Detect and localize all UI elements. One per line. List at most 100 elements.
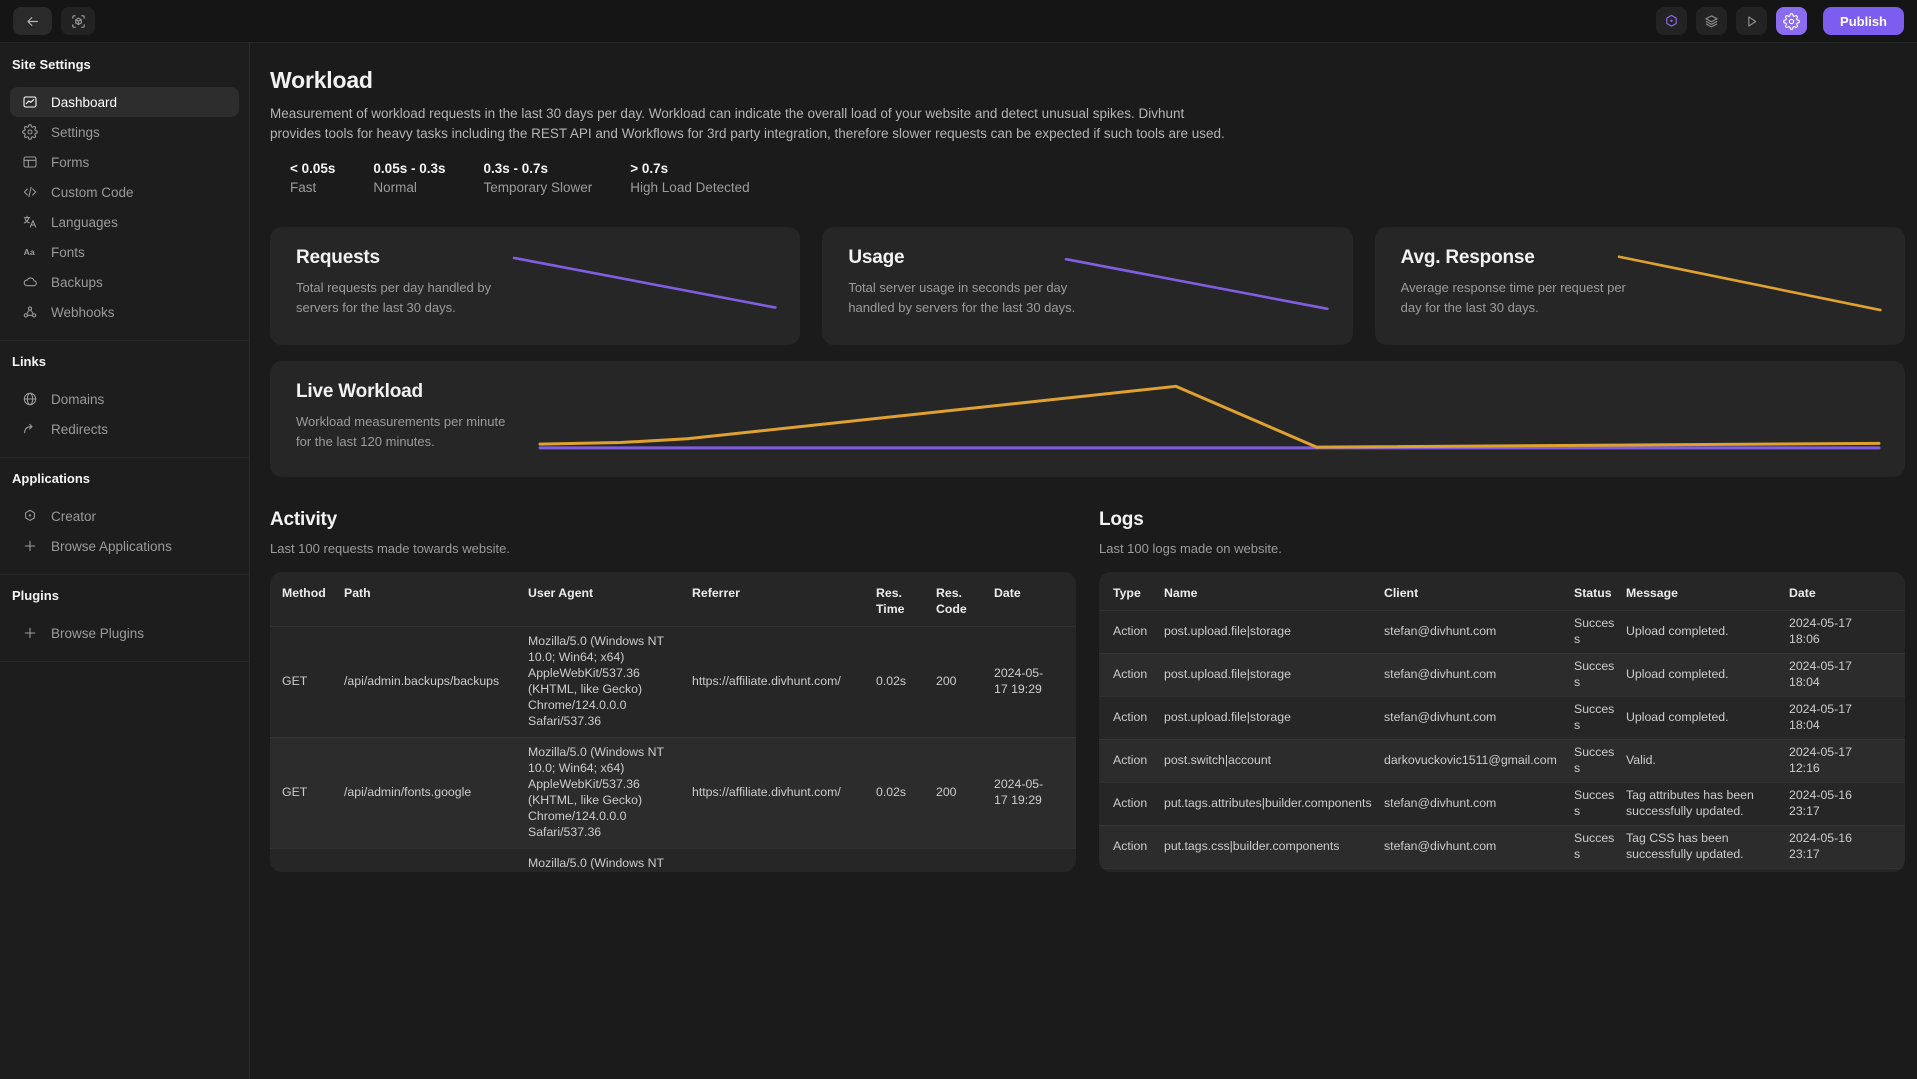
sidebar-section-site-settings: Site Settings (10, 57, 239, 72)
cell-client: stefan@divhunt.com (1384, 705, 1574, 731)
cell-type: Action (1113, 619, 1164, 645)
column-header-res-time: Res. Time (876, 586, 936, 618)
cell-date: 2024-05-17 18:06 (1789, 611, 1891, 653)
cell-status: Success (1574, 826, 1626, 868)
sidebar-item-languages[interactable]: Languages (10, 207, 239, 237)
table-row: GET/api/admin.backups/backupsMozilla/5.0… (270, 626, 1076, 737)
cell-path: /api/admin/fonts.google (344, 778, 528, 808)
legend-label: Temporary Slower (483, 180, 592, 195)
legend-label: High Load Detected (630, 180, 749, 195)
legend-value: < 0.05s (290, 161, 335, 176)
cell-status: Success (1574, 783, 1626, 825)
cell-type: Action (1113, 662, 1164, 688)
sidebar-divider (0, 661, 249, 662)
legend-item-high-load-detected: > 0.7s High Load Detected (630, 161, 749, 195)
webhook-icon (22, 304, 38, 320)
publish-button[interactable]: Publish (1823, 7, 1904, 35)
column-header-path: Path (344, 586, 528, 602)
card-requests: RequestsTotal requests per day handled b… (270, 227, 800, 345)
cell-client: stefan@divhunt.com (1384, 791, 1574, 817)
preview-play-button[interactable] (1736, 7, 1767, 35)
sidebar-item-label: Backups (51, 275, 103, 290)
plus-icon (22, 538, 38, 554)
activity-section: Activity Last 100 requests made towards … (270, 509, 1076, 872)
column-header-message: Message (1626, 586, 1789, 602)
card-description: Total server usage in seconds per day ha… (848, 278, 1082, 317)
layers-button[interactable] (1696, 7, 1727, 35)
cell-status: Success (1574, 869, 1626, 872)
forms-icon (22, 154, 38, 170)
sidebar-item-label: Languages (51, 215, 118, 230)
legend-value: 0.3s - 0.7s (483, 161, 592, 176)
sidebar-section-applications: Applications (10, 471, 239, 486)
cell-message: Upload completed. (1626, 619, 1789, 645)
cell-name: post.upload.file|storage (1164, 619, 1384, 645)
table-row: Actionpost.upload.file|storagestefan@div… (1099, 696, 1905, 739)
column-header-method: Method (282, 586, 344, 602)
globe-icon (22, 391, 38, 407)
column-header-status: Status (1574, 586, 1626, 602)
cell-res_code: 200 (936, 667, 994, 697)
stat-cards-row: RequestsTotal requests per day handled b… (270, 227, 1905, 345)
sidebar-section-links: Links (10, 354, 239, 369)
card-description: Average response time per request per da… (1401, 278, 1635, 317)
sidebar-item-label: Fonts (51, 245, 85, 260)
legend-label: Fast (290, 180, 335, 195)
legend-label: Normal (373, 180, 445, 195)
cell-date: 2024-05-16 23:17 (1789, 783, 1891, 825)
cell-name: post.upload.file|storage (1164, 705, 1384, 731)
table-header-row: TypeNameClientStatusMessageDate (1099, 572, 1905, 610)
sidebar-item-label: Browse Applications (51, 539, 172, 554)
table-row: Actionpost.upload.file|storagestefan@div… (1099, 610, 1905, 653)
sidebar-item-backups[interactable]: Backups (10, 267, 239, 297)
sidebar-item-fonts[interactable]: AaFonts (10, 237, 239, 267)
sidebar-item-redirects[interactable]: Redirects (10, 414, 239, 444)
cell-method: GET (282, 667, 344, 697)
column-header-user-agent: User Agent (528, 586, 692, 602)
cell-path: /api/admin.backups/backups (344, 667, 528, 697)
cell-date: 2024-05-17 19:29 (994, 770, 1064, 816)
cell-status: Success (1574, 654, 1626, 696)
card-avg-response: Avg. ResponseAverage response time per r… (1375, 227, 1905, 345)
usage-chart (1066, 253, 1327, 315)
sidebar-item-custom-code[interactable]: Custom Code (10, 177, 239, 207)
legend-value: > 0.7s (630, 161, 749, 176)
cell-name: put.tags.attributes|builder.components (1164, 791, 1384, 817)
tables-row: Activity Last 100 requests made towards … (270, 509, 1905, 872)
backup-icon (22, 274, 38, 290)
cell-name: post.upload.file|storage (1164, 662, 1384, 688)
column-header-date: Date (1789, 586, 1891, 602)
cube-scan-button[interactable] (61, 7, 95, 35)
column-header-name: Name (1164, 586, 1384, 602)
sidebar-item-domains[interactable]: Domains (10, 384, 239, 414)
sidebar-item-forms[interactable]: Forms (10, 147, 239, 177)
cell-message: Valid. (1626, 748, 1789, 774)
legend-value: 0.05s - 0.3s (373, 161, 445, 176)
cell-res_time: 0.02s (876, 667, 936, 697)
sidebar-item-browse-plugins[interactable]: Browse Plugins (10, 618, 239, 648)
sidebar-item-dashboard[interactable]: Dashboard (10, 87, 239, 117)
sidebar-item-creator[interactable]: Creator (10, 501, 239, 531)
sidebar-divider (0, 457, 249, 458)
sidebar-item-browse-applications[interactable]: Browse Applications (10, 531, 239, 561)
cell-name: post.switch|account (1164, 748, 1384, 774)
topbar-icon-group (1656, 7, 1807, 35)
builder-hexagon-button[interactable] (1656, 7, 1687, 35)
sidebar-section-plugins: Plugins (10, 588, 239, 603)
column-header-type: Type (1113, 586, 1164, 602)
table-row: Actionput.tags.css|builder.componentsste… (1099, 825, 1905, 868)
back-button[interactable] (13, 7, 52, 35)
settings-gear-button[interactable] (1776, 7, 1807, 35)
sidebar-item-webhooks[interactable]: Webhooks (10, 297, 239, 327)
cell-client: stefan@divhunt.com (1384, 834, 1574, 860)
cell-date: 2024-05-17 12:16 (1789, 740, 1891, 782)
cell-date: 2024-05-17 18:04 (1789, 697, 1891, 739)
cell-client: stefan@divhunt.com (1384, 619, 1574, 645)
sidebar-item-settings[interactable]: Settings (10, 117, 239, 147)
code-icon (22, 184, 38, 200)
logs-title: Logs (1099, 509, 1905, 531)
sidebar-item-label: Settings (51, 125, 100, 140)
column-header-res-code: Res. Code (936, 586, 994, 618)
cube-scan-icon (70, 13, 87, 30)
column-header-date: Date (994, 586, 1064, 602)
